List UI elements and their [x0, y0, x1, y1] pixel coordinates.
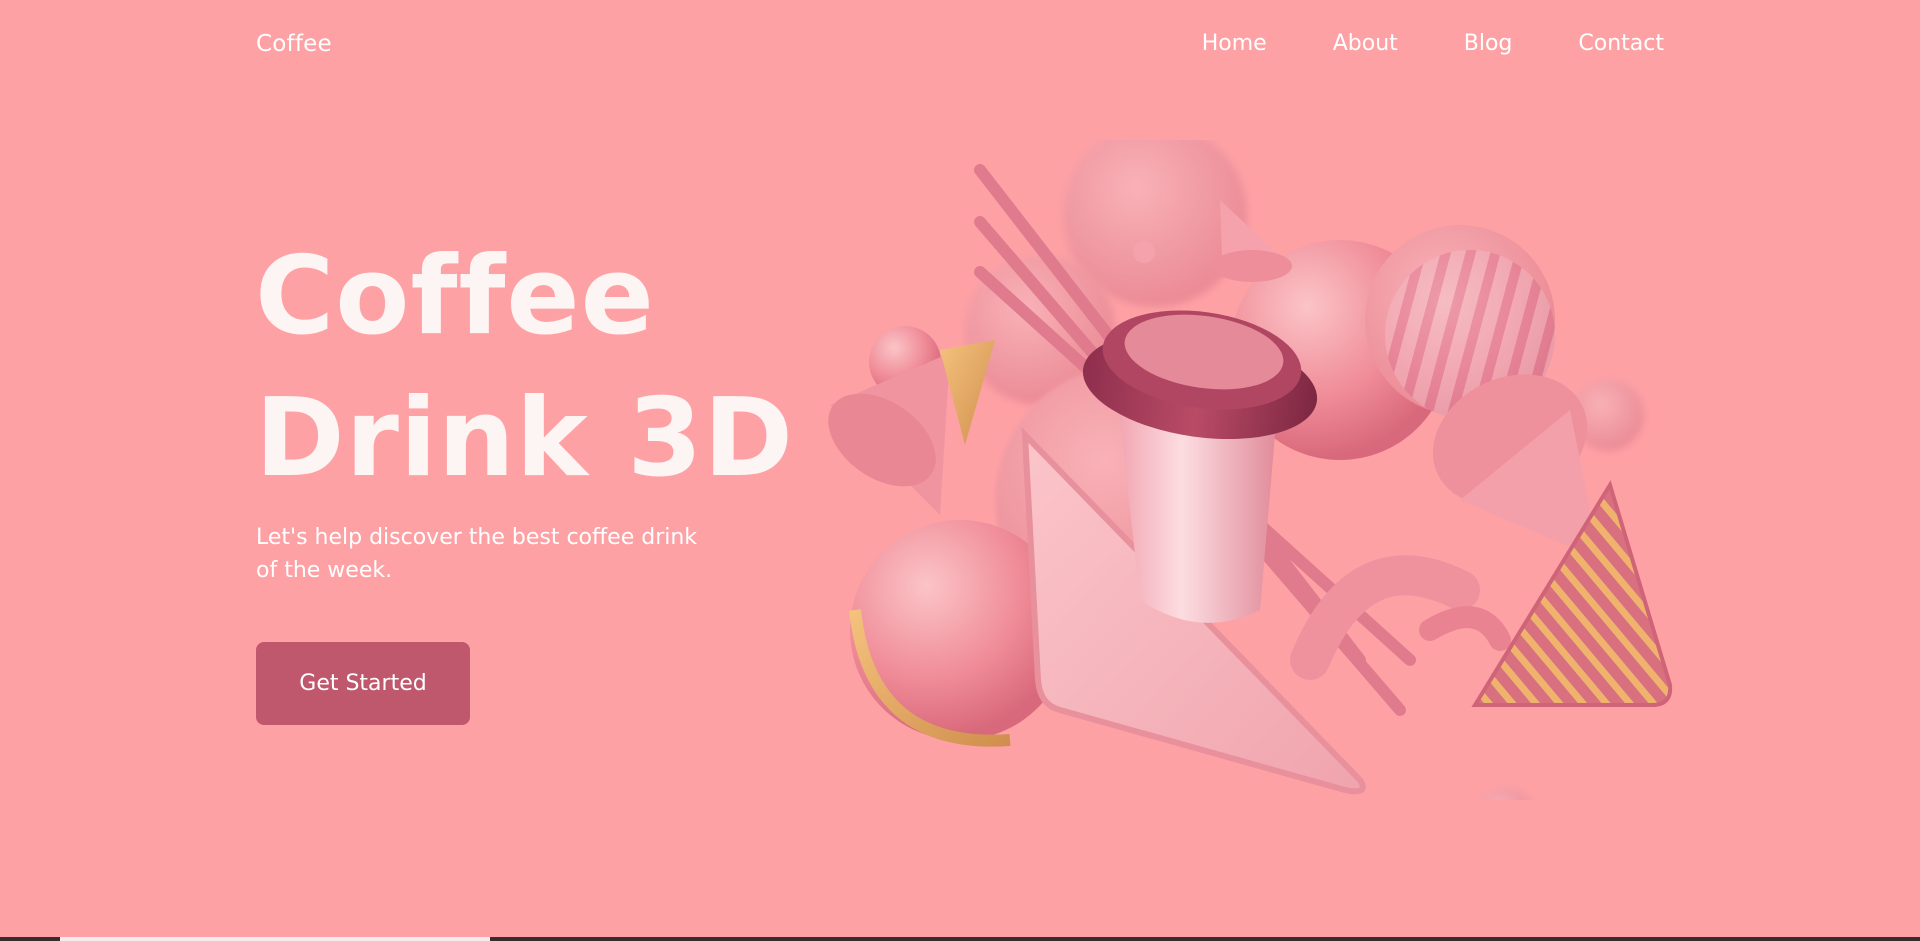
bottom-scroll-bar [0, 937, 1920, 941]
main-nav: Home About Blog Contact [1202, 31, 1664, 56]
hero-subtitle: Let's help discover the best coffee drin… [256, 525, 698, 583]
hero-title-line2: Drink 3D [255, 376, 795, 501]
hero-title-line1: Coffee [255, 234, 655, 359]
nav-home[interactable]: Home [1202, 31, 1267, 56]
scroll-thumb[interactable] [60, 937, 490, 941]
logo[interactable]: Coffee [256, 31, 332, 57]
hero-title: Coffee Drink 3D [255, 226, 794, 510]
get-started-button[interactable]: Get Started [256, 642, 470, 725]
nav-blog[interactable]: Blog [1464, 31, 1513, 56]
nav-about[interactable]: About [1333, 31, 1398, 56]
coffee-cup-illustration [828, 140, 1673, 800]
nav-contact[interactable]: Contact [1578, 31, 1664, 56]
